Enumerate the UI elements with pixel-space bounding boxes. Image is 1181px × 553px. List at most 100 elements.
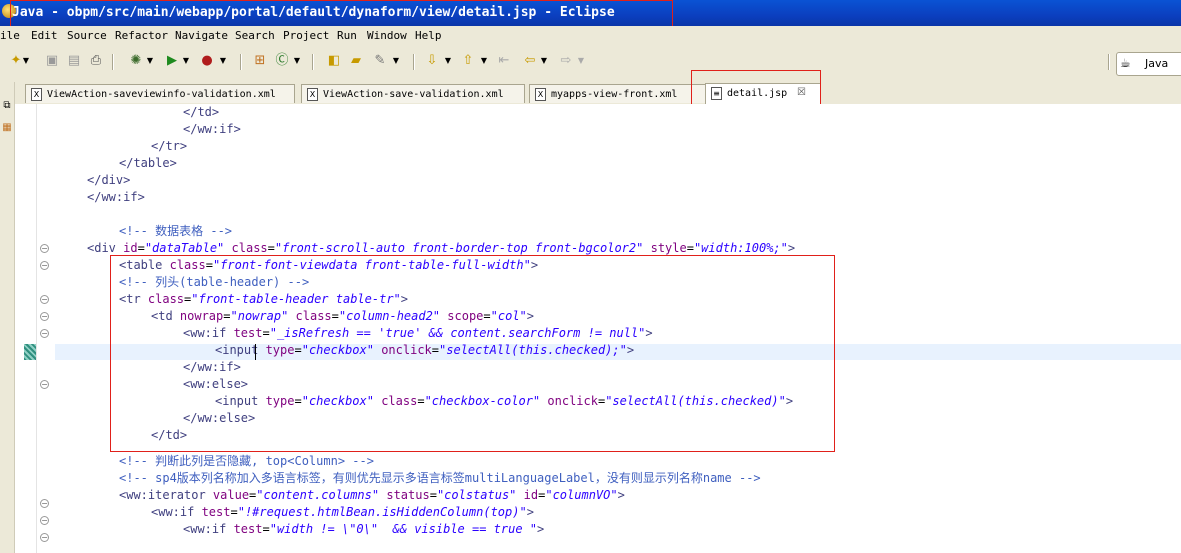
fold-toggle-icon[interactable]: − bbox=[40, 329, 49, 338]
code-token: type bbox=[265, 343, 295, 357]
close-icon[interactable]: ☒ bbox=[797, 87, 806, 98]
code-token: <!-- 列头(table-header) --> bbox=[119, 275, 310, 289]
code-token: <!-- sp4版本列名称加入多语言标签，有则优先显示多语言标签multiLan… bbox=[119, 471, 761, 485]
code-line[interactable]: <input type="checkbox" class="checkbox-c… bbox=[215, 393, 793, 409]
menu-refactor[interactable]: Refactor bbox=[115, 29, 168, 42]
back-icon[interactable]: ⇦ bbox=[522, 53, 538, 69]
print-icon[interactable]: ⎙ bbox=[88, 53, 104, 69]
open-folder-icon[interactable]: ▰ bbox=[348, 53, 364, 69]
code-line[interactable]: <!-- 判断此列是否隐藏, top<Column> --> bbox=[119, 453, 374, 469]
code-line[interactable]: </ww:if> bbox=[87, 189, 145, 205]
tab-viewaction-save-validation[interactable]: X ViewAction-save-validation.xml bbox=[301, 84, 525, 103]
next-annotation-icon[interactable]: ⇩ bbox=[424, 53, 440, 69]
fold-toggle-icon[interactable]: − bbox=[40, 533, 49, 542]
main-toolbar: ✦ ▼ ▣ ▤ ⎙ ✺ ▼ ▶ ▼ ● ▼ ⊞ Ⓒ ▼ ◧ ▰ ✎ ▼ ⇩ ▼ … bbox=[0, 44, 1181, 83]
code-line[interactable]: </ww:else> bbox=[183, 410, 255, 426]
dropdown-arrow-icon[interactable]: ▼ bbox=[146, 53, 154, 69]
last-edit-location-icon[interactable]: ⇤ bbox=[496, 53, 512, 69]
code-line[interactable]: <input type="checkbox" onclick="selectAl… bbox=[215, 342, 634, 358]
code-line[interactable]: </ww:if> bbox=[183, 121, 241, 137]
previous-annotation-icon[interactable]: ⇧ bbox=[460, 53, 476, 69]
tab-label: detail.jsp bbox=[727, 88, 788, 99]
forward-icon[interactable]: ⇨ bbox=[558, 53, 574, 69]
fold-toggle-icon[interactable]: − bbox=[40, 295, 49, 304]
code-line[interactable]: <!-- sp4版本列名称加入多语言标签，有则优先显示多语言标签multiLan… bbox=[119, 470, 761, 486]
menu-navigate[interactable]: Navigate bbox=[175, 29, 228, 42]
code-line[interactable]: </div> bbox=[87, 172, 130, 188]
run-icon[interactable]: ▶ bbox=[164, 53, 180, 69]
tab-label: ViewAction-saveviewinfo-validation.xml bbox=[47, 89, 276, 100]
code-token: = bbox=[294, 343, 302, 357]
new-java-class-icon[interactable]: Ⓒ bbox=[274, 53, 290, 69]
code-line[interactable]: </tr> bbox=[151, 138, 187, 154]
dropdown-arrow-icon[interactable]: ▼ bbox=[480, 53, 488, 69]
fold-toggle-icon[interactable]: − bbox=[40, 516, 49, 525]
menu-search[interactable]: Search bbox=[235, 29, 275, 42]
save-all-icon[interactable]: ▤ bbox=[66, 53, 82, 69]
dropdown-arrow-icon[interactable]: ▼ bbox=[540, 53, 548, 69]
dropdown-arrow-icon[interactable]: ▼ bbox=[392, 53, 400, 69]
dropdown-arrow-icon[interactable]: ▼ bbox=[444, 53, 452, 69]
xml-file-icon: X bbox=[307, 88, 318, 101]
menu-window[interactable]: Window bbox=[367, 29, 407, 42]
code-token: <div bbox=[87, 241, 124, 255]
code-line[interactable]: <ww:iterator value = "content.columns" sta… bbox=[119, 487, 625, 503]
code-token: test bbox=[233, 326, 263, 340]
fold-toggle-icon[interactable]: − bbox=[40, 261, 49, 270]
search-icon[interactable]: ✎ bbox=[372, 53, 388, 69]
code-token: > bbox=[526, 309, 534, 323]
code-token: = bbox=[230, 505, 238, 519]
code-token: = bbox=[137, 241, 145, 255]
code-line[interactable]: <td nowrap="nowrap" class="column-head2"… bbox=[151, 308, 534, 324]
code-token: test bbox=[201, 505, 231, 519]
code-line[interactable]: <ww:if test="width != \"0\" && visible =… bbox=[183, 521, 544, 537]
debug-icon[interactable]: ✺ bbox=[128, 53, 144, 69]
menu-run[interactable]: Run bbox=[337, 29, 357, 42]
menu-source[interactable]: Source bbox=[67, 29, 107, 42]
code-token: </ww:else> bbox=[183, 411, 256, 425]
tab-myapps-view-front[interactable]: X myapps-view-front.xml bbox=[529, 84, 707, 103]
code-line[interactable]: </table> bbox=[119, 155, 177, 171]
code-line[interactable]: <tr class="front-table-header table-tr"> bbox=[119, 291, 408, 307]
code-line[interactable]: </td> bbox=[151, 427, 187, 443]
fold-toggle-icon[interactable]: − bbox=[40, 312, 49, 321]
code-token: = bbox=[417, 394, 425, 408]
perspective-switcher[interactable]: ☕ Java bbox=[1116, 52, 1181, 76]
new-java-package-icon[interactable]: ⊞ bbox=[252, 53, 268, 69]
menu-file[interactable]: ile bbox=[0, 29, 20, 42]
save-icon[interactable]: ▣ bbox=[44, 53, 60, 69]
code-token: <ww:if bbox=[183, 522, 234, 536]
code-token: "selectAll(this.checked)" bbox=[605, 394, 786, 408]
tab-viewaction-saveviewinfo-validation[interactable]: X ViewAction-saveviewinfo-validation.xml bbox=[25, 84, 295, 103]
code-token: "dataTable" bbox=[144, 241, 225, 255]
code-line[interactable]: <ww:if test="!#request.htmlBean.isHidden… bbox=[151, 504, 534, 520]
code-line[interactable]: <div id="dataTable" class="front-scroll-… bbox=[87, 240, 795, 256]
code-line[interactable]: <table class="front-font-viewdata front-… bbox=[119, 257, 538, 273]
code-line[interactable]: <ww:if test="_isRefresh == 'true' && con… bbox=[183, 325, 653, 341]
tab-detail-jsp[interactable]: ≡ detail.jsp ☒ bbox=[705, 83, 821, 104]
outline-view-icon[interactable]: ▦ bbox=[1, 122, 13, 134]
fold-toggle-icon[interactable]: − bbox=[40, 380, 49, 389]
menu-project[interactable]: Project bbox=[283, 29, 329, 42]
dropdown-arrow-icon[interactable]: ▼ bbox=[219, 53, 227, 69]
code-line[interactable]: </ww:if> bbox=[183, 359, 241, 375]
dropdown-arrow-icon[interactable]: ▼ bbox=[182, 53, 190, 69]
code-token: "columnVO" bbox=[545, 488, 618, 502]
dropdown-arrow-icon[interactable]: ▼ bbox=[22, 53, 30, 69]
menu-help[interactable]: Help bbox=[415, 29, 442, 42]
code-line[interactable]: </td> bbox=[183, 104, 219, 120]
restore-view-icon[interactable]: ⧉ bbox=[1, 100, 13, 112]
fold-toggle-icon[interactable]: − bbox=[40, 499, 49, 508]
code-line[interactable]: <ww:else> bbox=[183, 376, 248, 392]
dropdown-arrow-icon[interactable]: ▼ bbox=[293, 53, 301, 69]
dropdown-arrow-icon[interactable]: ▼ bbox=[577, 53, 585, 69]
menu-edit[interactable]: Edit bbox=[31, 29, 58, 42]
code-line[interactable]: <!-- 列头(table-header) --> bbox=[119, 274, 309, 290]
code-editor[interactable]: − − − − − − − − − </td> </ww:if> </tr> </ta… bbox=[15, 104, 1181, 553]
code-line[interactable]: <!-- 数据表格 --> bbox=[119, 223, 232, 239]
open-type-icon[interactable]: ◧ bbox=[326, 53, 342, 69]
code-token: > bbox=[537, 522, 545, 536]
external-tools-icon[interactable]: ● bbox=[199, 53, 215, 69]
fold-toggle-icon[interactable]: − bbox=[40, 244, 49, 253]
